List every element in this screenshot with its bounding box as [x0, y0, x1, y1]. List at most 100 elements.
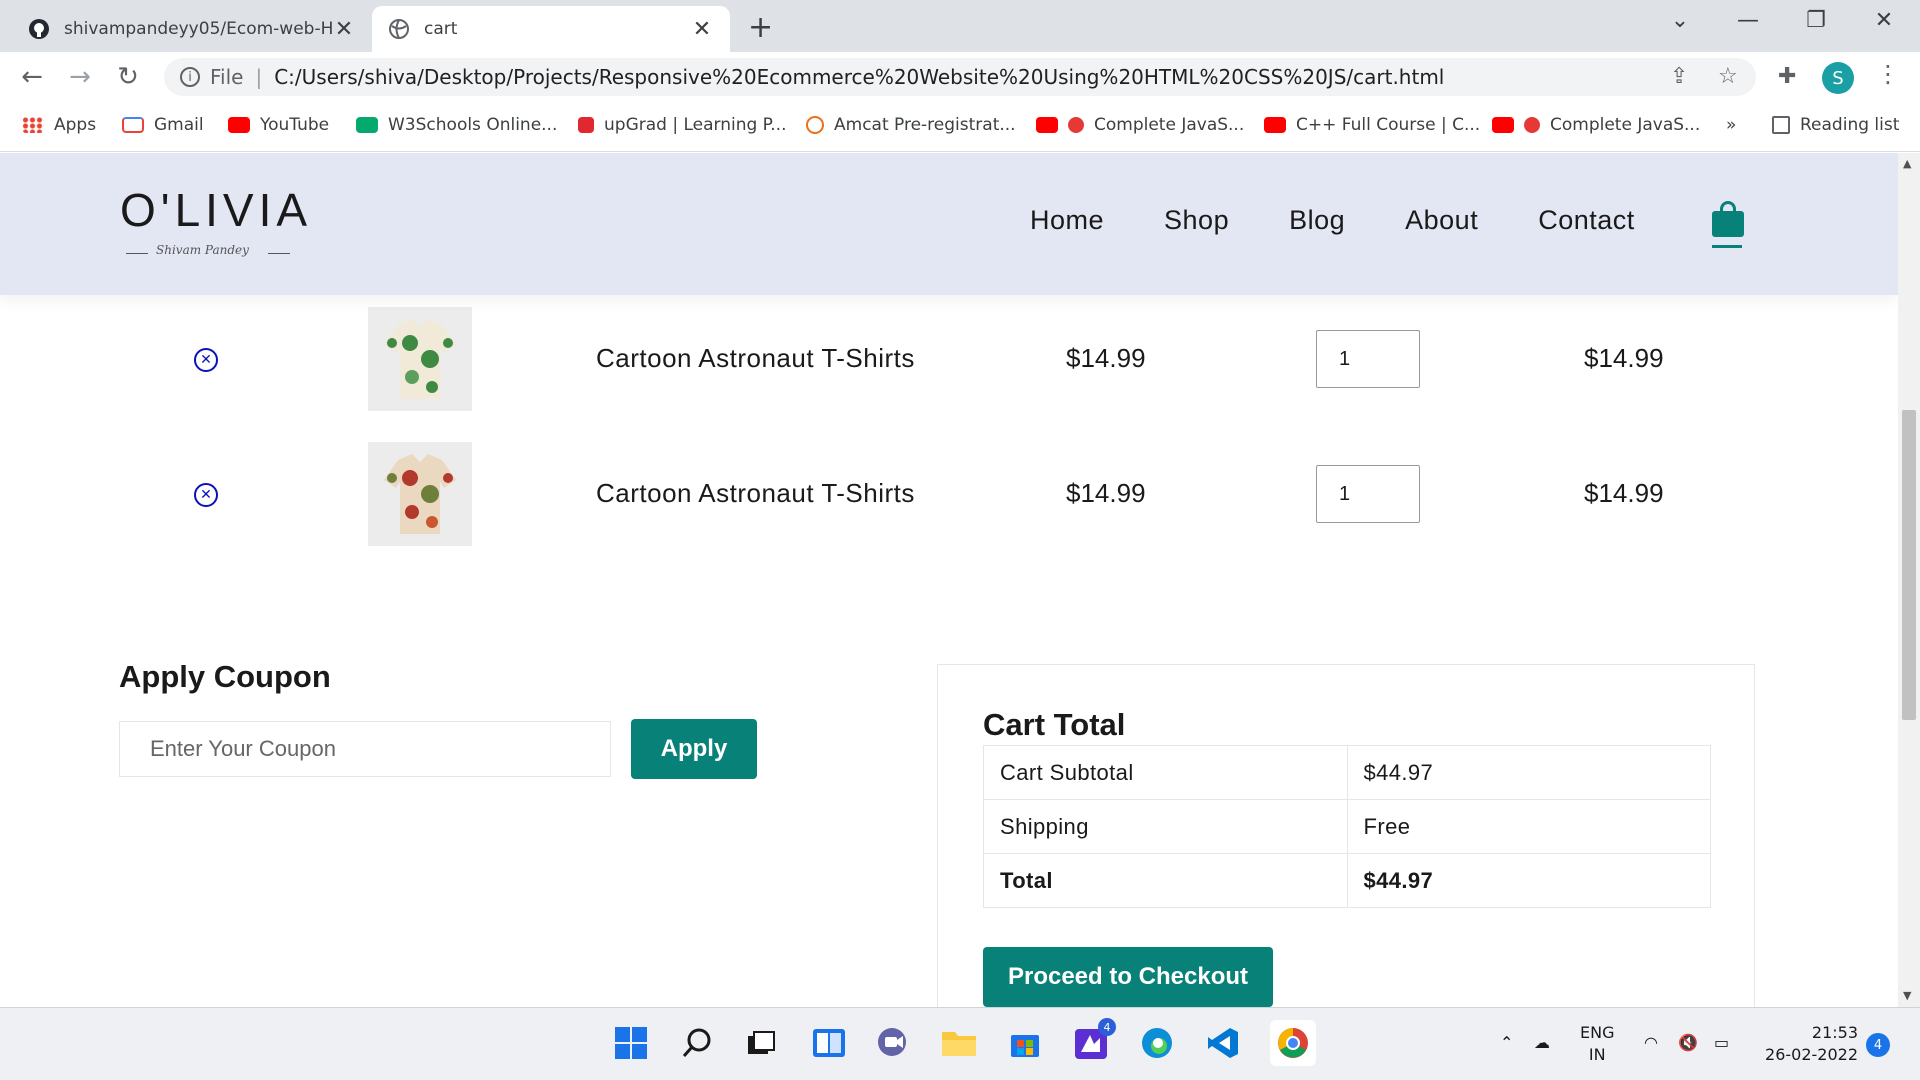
task-view-icon[interactable]: [742, 1024, 780, 1062]
show-hidden-icons[interactable]: ⌃: [1500, 1032, 1513, 1054]
product-name: Cartoon Astronaut T-Shirts: [596, 478, 915, 508]
bookmark-label: C++ Full Course | C...: [1296, 115, 1481, 135]
volume-muted-icon[interactable]: 🔇: [1678, 1032, 1698, 1054]
scrollbar-thumb[interactable]: [1902, 410, 1916, 720]
bookmarks-overflow[interactable]: »: [1726, 115, 1736, 135]
product-image[interactable]: [368, 442, 472, 546]
notification-badge[interactable]: 4: [1866, 1033, 1890, 1057]
apply-coupon-button[interactable]: Apply: [631, 719, 757, 779]
scroll-down-arrow[interactable]: ▼: [1903, 989, 1911, 1002]
bookmark-amcat[interactable]: Amcat Pre-registrat...: [806, 115, 1016, 135]
page-scrollbar[interactable]: ▲ ▼: [1898, 153, 1920, 1007]
totals-table: Cart Subtotal $44.97 Shipping Free Total…: [983, 745, 1711, 908]
info-icon[interactable]: i: [180, 67, 200, 87]
product-image[interactable]: [368, 307, 472, 411]
bookmark-complete-js-2[interactable]: Complete JavaS...: [1492, 115, 1700, 135]
edge-icon[interactable]: [1138, 1024, 1176, 1062]
close-tab-icon[interactable]: ✕: [332, 17, 356, 42]
totals-label: Shipping: [983, 799, 1348, 854]
restore-button[interactable]: ❐: [1796, 8, 1836, 33]
nav-contact[interactable]: Contact: [1538, 205, 1635, 236]
bookmark-star-icon[interactable]: ☆: [1718, 64, 1738, 89]
bookmark-upgrad[interactable]: upGrad | Learning P...: [578, 115, 787, 135]
tab-github[interactable]: shivampandeyy05/Ecom-web-HT ✕: [12, 6, 372, 52]
close-window-button[interactable]: ✕: [1864, 8, 1904, 33]
totals-label: Cart Subtotal: [983, 745, 1348, 800]
tab-cart[interactable]: cart ✕: [372, 6, 730, 52]
clock-date: 26-02-2022: [1765, 1045, 1858, 1064]
bookmark-cpp-course[interactable]: C++ Full Course | C...: [1264, 115, 1480, 135]
menu-icon[interactable]: ⋮: [1876, 60, 1900, 88]
reading-list-label: Reading list: [1800, 115, 1900, 135]
coupon-title: Apply Coupon: [119, 659, 331, 694]
bookmark-label: Gmail: [154, 115, 204, 135]
scroll-up-arrow[interactable]: ▲: [1903, 157, 1911, 170]
bookmark-label: Complete JavaS...: [1094, 115, 1245, 135]
logo-tagline: Shivam Pandey: [156, 243, 249, 257]
bookmark-label: Amcat Pre-registrat...: [834, 115, 1016, 135]
microsoft-store-icon[interactable]: [1006, 1024, 1044, 1062]
minimize-button[interactable]: —: [1728, 8, 1768, 33]
dev-app-icon[interactable]: 4: [1072, 1018, 1116, 1062]
extensions-icon[interactable]: ✚: [1778, 64, 1796, 89]
vscode-icon[interactable]: [1204, 1024, 1242, 1062]
totals-value: Free: [1346, 799, 1711, 854]
bookmarks-bar: Apps Gmail YouTube W3Schools Online... u…: [0, 102, 1920, 152]
nav-about[interactable]: About: [1405, 205, 1478, 236]
remove-item-icon[interactable]: ✕: [194, 483, 218, 507]
bookmark-apps[interactable]: Apps: [22, 115, 96, 135]
product-price: $14.99: [1066, 343, 1146, 373]
shirt-image: [368, 442, 472, 546]
bookmark-label: upGrad | Learning P...: [604, 115, 787, 135]
battery-icon[interactable]: ▭: [1714, 1032, 1729, 1054]
wifi-icon[interactable]: ◠: [1644, 1032, 1658, 1054]
tab-search-icon[interactable]: ⌄: [1660, 8, 1700, 33]
active-underline: [1712, 245, 1742, 248]
coupon-input[interactable]: [119, 721, 611, 777]
forward-button[interactable]: →: [62, 62, 98, 92]
bookmark-complete-js-1[interactable]: Complete JavaS...: [1036, 115, 1244, 135]
profile-avatar[interactable]: S: [1822, 62, 1854, 94]
nav-shop[interactable]: Shop: [1164, 205, 1229, 236]
onedrive-icon[interactable]: ☁: [1534, 1032, 1550, 1054]
address-bar[interactable]: i File | C:/Users/shiva/Desktop/Projects…: [164, 58, 1756, 96]
new-tab-button[interactable]: +: [748, 10, 773, 45]
bookmark-label: Apps: [54, 115, 97, 135]
search-icon[interactable]: [678, 1024, 716, 1062]
url-text: C:/Users/shiva/Desktop/Projects/Responsi…: [274, 65, 1445, 89]
bookmark-gmail[interactable]: Gmail: [122, 115, 204, 135]
reading-list[interactable]: Reading list: [1772, 115, 1899, 135]
remove-item-icon[interactable]: ✕: [194, 348, 218, 372]
cart-row: ✕ Cartoon Astronaut T-Shirts $14.99 $14.…: [0, 440, 1898, 550]
share-icon[interactable]: ⇪: [1670, 64, 1688, 89]
apps-grid-icon: [22, 117, 44, 133]
clock[interactable]: 21:53 26-02-2022: [1762, 1022, 1858, 1066]
nav-home[interactable]: Home: [1030, 205, 1104, 236]
taskbar: 4 ⌃ ☁ ENG IN ◠ 🔇 ▭ 21:53 26-02-2022 4: [0, 1007, 1920, 1080]
quantity-input[interactable]: [1316, 330, 1420, 388]
back-button[interactable]: ←: [14, 62, 50, 92]
start-icon[interactable]: [612, 1024, 650, 1062]
site-logo[interactable]: O'LIVIA Shivam Pandey: [120, 183, 330, 263]
teams-chat-icon[interactable]: [874, 1024, 912, 1062]
chrome-icon[interactable]: [1270, 1020, 1316, 1066]
bookmark-w3schools[interactable]: W3Schools Online...: [356, 115, 557, 135]
page-viewport: O'LIVIA Shivam Pandey Home Shop Blog Abo…: [0, 153, 1898, 1007]
nav-blog[interactable]: Blog: [1289, 205, 1345, 236]
item-subtotal: $14.99: [1584, 478, 1664, 508]
widgets-icon[interactable]: [810, 1024, 848, 1062]
tab-strip: shivampandeyy05/Ecom-web-HT ✕ cart ✕ + ⌄…: [0, 0, 1920, 52]
close-tab-icon[interactable]: ✕: [690, 17, 714, 42]
totals-value: $44.97: [1346, 853, 1711, 908]
bookmark-youtube[interactable]: YouTube: [228, 115, 329, 135]
logo-text: O'LIVIA: [120, 184, 313, 236]
file-explorer-icon[interactable]: [940, 1024, 978, 1062]
language-indicator[interactable]: ENG IN: [1580, 1022, 1614, 1066]
cart-bag-icon[interactable]: [1710, 201, 1746, 248]
quantity-input[interactable]: [1316, 465, 1420, 523]
proceed-to-checkout-button[interactable]: Proceed to Checkout: [983, 947, 1273, 1007]
bookmark-label: W3Schools Online...: [388, 115, 558, 135]
record-dot-icon: [1524, 117, 1540, 133]
reload-button[interactable]: ↻: [110, 62, 146, 92]
logo-line: [268, 253, 290, 254]
